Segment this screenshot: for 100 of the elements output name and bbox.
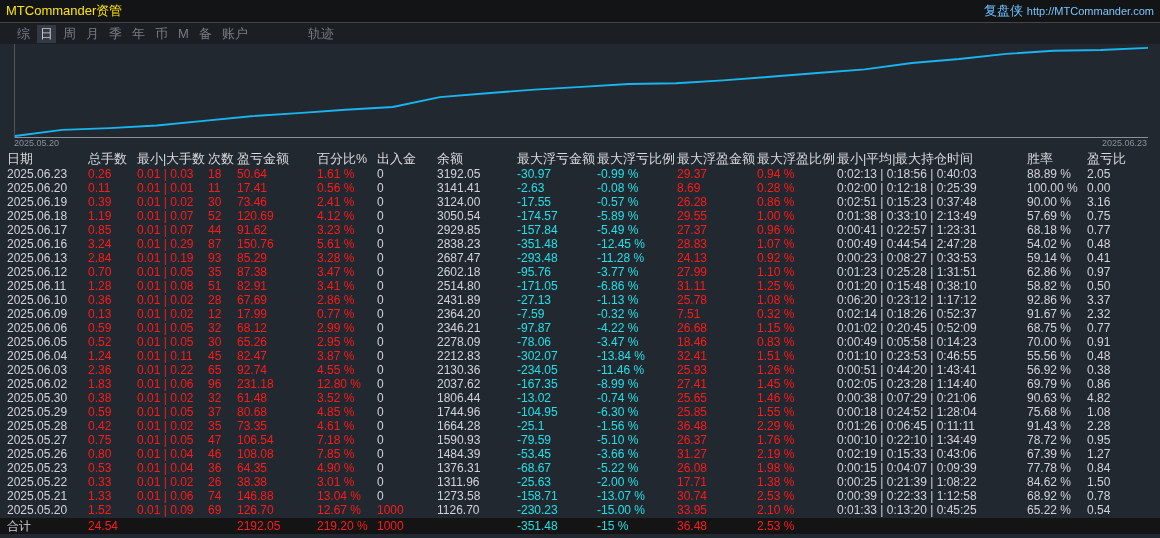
table-cell-text: 0.01 | 0.05 [137, 321, 195, 335]
table-cell-text: 1126.70 [437, 503, 481, 517]
tab[interactable]: 日 [37, 24, 56, 43]
table-cell-text: -230.23 [517, 503, 559, 517]
table-cell-text: 219.20 % [317, 518, 369, 534]
table-cell-text: 0.01 | 0.07 [137, 209, 195, 223]
table-cell-text: 0:00:25 | 0:21:39 | 1:08:22 [837, 475, 978, 489]
table-cell-text: -68.67 [517, 461, 553, 475]
table-cell-text: 0.01 | 0.05 [137, 405, 195, 419]
table-cell-text: -351.48 [517, 518, 559, 534]
table-cell-text: 2025.05.29 [7, 405, 69, 419]
table-cell-text: 1.83 [88, 377, 113, 391]
table-cell-text: 108.08 [237, 447, 275, 461]
table-cell-text: 2025.06.19 [7, 195, 69, 209]
table-cell-text: -30.97 [517, 167, 553, 181]
table-cell-text: 0.86 % [757, 195, 796, 209]
table-cell-text: 0.83 % [757, 335, 796, 349]
table-cell-text: 2.95 % [317, 335, 356, 349]
tab[interactable]: 年 [129, 24, 148, 43]
tab[interactable]: 账户 [218, 24, 251, 43]
table-cell-text: 0:06:20 | 0:23:12 | 1:17:12 [837, 293, 978, 307]
tab[interactable]: 轨迹 [304, 24, 337, 43]
table-cell-text: 0.96 % [757, 223, 796, 237]
table-cell-text: 2025.06.03 [7, 363, 69, 377]
table-cell-text: 2025.06.06 [7, 321, 69, 335]
table-cell-text: 1.00 % [757, 209, 796, 223]
table-cell-text: 2.05 [1087, 167, 1112, 181]
table-cell-text: 12.67 % [317, 503, 363, 517]
table-cell-text: 85.29 [237, 251, 269, 265]
table-cell-text: 77.78 % [1027, 461, 1073, 475]
table-cell-text: 0.78 [1087, 489, 1112, 503]
table-cell-text: 1.27 [1087, 447, 1112, 461]
table-cell-text: 0.39 [88, 195, 113, 209]
table-cell-text: 82.91 [237, 279, 269, 293]
table-cell-text: 0.59 [88, 321, 113, 335]
table-cell-text: 2514.80 [437, 279, 482, 293]
column-header: 最大浮盈比例 [757, 152, 836, 167]
tab[interactable]: 备 [195, 24, 215, 43]
table-cell-text: 24.13 [677, 251, 709, 265]
tab[interactable]: 币 [152, 24, 171, 43]
table-cell-text: 2346.21 [437, 321, 482, 335]
table-cell-text: 36.48 [677, 419, 709, 433]
table-cell-text: 2929.85 [437, 223, 482, 237]
table-cell-text: 65.26 [237, 335, 269, 349]
table-cell-text: -8.99 % [597, 377, 640, 391]
table-cell-text: 2.19 % [757, 447, 796, 461]
table-cell-text: 0.28 % [757, 181, 796, 195]
table-cell-text: 3141.41 [437, 181, 482, 195]
table-cell-text: 0 [377, 377, 385, 391]
table-cell-text: 2278.09 [437, 335, 482, 349]
table-cell-text: 11 [208, 181, 222, 195]
table-cell-text: 2431.89 [437, 293, 482, 307]
table-cell-text: 0.84 [1087, 461, 1112, 475]
tab[interactable]: 周 [60, 24, 79, 43]
table-cell-text: 1000 [377, 518, 405, 534]
column-header: 出入金 [377, 152, 417, 167]
table-cell-text: 91.43 % [1027, 419, 1073, 433]
table-cell-text: 1.10 % [757, 265, 796, 279]
table-cell-text: 1311.96 [437, 475, 481, 489]
table-cell-text: 0:00:49 | 0:44:54 | 2:47:28 [837, 237, 978, 251]
column-header: 余额 [437, 152, 464, 167]
table-cell-text: 25.93 [677, 363, 709, 377]
table-cell-text: 2025.06.10 [7, 293, 69, 307]
table-cell-text: 0.01 | 0.06 [137, 377, 195, 391]
table-cell-text: 25.65 [677, 391, 709, 405]
table-cell-text: -5.89 % [597, 209, 640, 223]
column-header: 盈亏比 [1087, 152, 1127, 167]
table-cell-text: 38.38 [237, 475, 269, 489]
table-cell-text: 68.92 % [1027, 489, 1073, 503]
table-cell-text: 0.01 | 0.06 [137, 489, 195, 503]
table-cell-text: 0:01:38 | 0:33:10 | 2:13:49 [837, 209, 978, 223]
table-cell-text: 35 [208, 265, 223, 279]
table-cell-text: 87.38 [237, 265, 269, 279]
tab[interactable]: 综 [14, 24, 33, 43]
table-cell-text: 65 [208, 363, 223, 377]
table-cell-text: 1273.58 [437, 489, 482, 503]
table-cell-text: 0 [377, 321, 385, 335]
website-link[interactable]: http://MTCommander.com [1026, 5, 1154, 17]
column-header: 胜率 [1027, 152, 1054, 167]
tab[interactable]: 月 [83, 24, 102, 43]
table-cell-text: 1000 [377, 503, 405, 517]
table-cell-text: 31.27 [677, 447, 709, 461]
table-cell-text: 2025.05.30 [7, 391, 69, 405]
table-cell-text: 1.33 [88, 489, 113, 503]
table-cell-text: 0:01:26 | 0:06:45 | 0:11:11 [837, 419, 976, 433]
table-cell-text: 27.37 [677, 223, 709, 237]
table-cell-text: 0 [377, 209, 385, 223]
tab[interactable]: M [175, 24, 192, 43]
table-cell-text: 2025.06.02 [7, 377, 69, 391]
table-cell-text: -158.71 [517, 489, 559, 503]
table-cell-text: 0.01 | 0.29 [137, 237, 195, 251]
table-cell-text: 62.86 % [1027, 265, 1073, 279]
table-cell-text: 0.36 [88, 293, 113, 307]
table-cell-text: 32 [208, 391, 223, 405]
table-cell-text: 28 [208, 293, 223, 307]
table-cell-text: 0:00:39 | 0:22:33 | 1:12:58 [837, 489, 978, 503]
table-cell-text: 35 [208, 419, 223, 433]
table-cell-text: 93 [208, 251, 223, 265]
tab[interactable]: 季 [106, 24, 125, 43]
table-cell-text: 0.52 [88, 335, 113, 349]
